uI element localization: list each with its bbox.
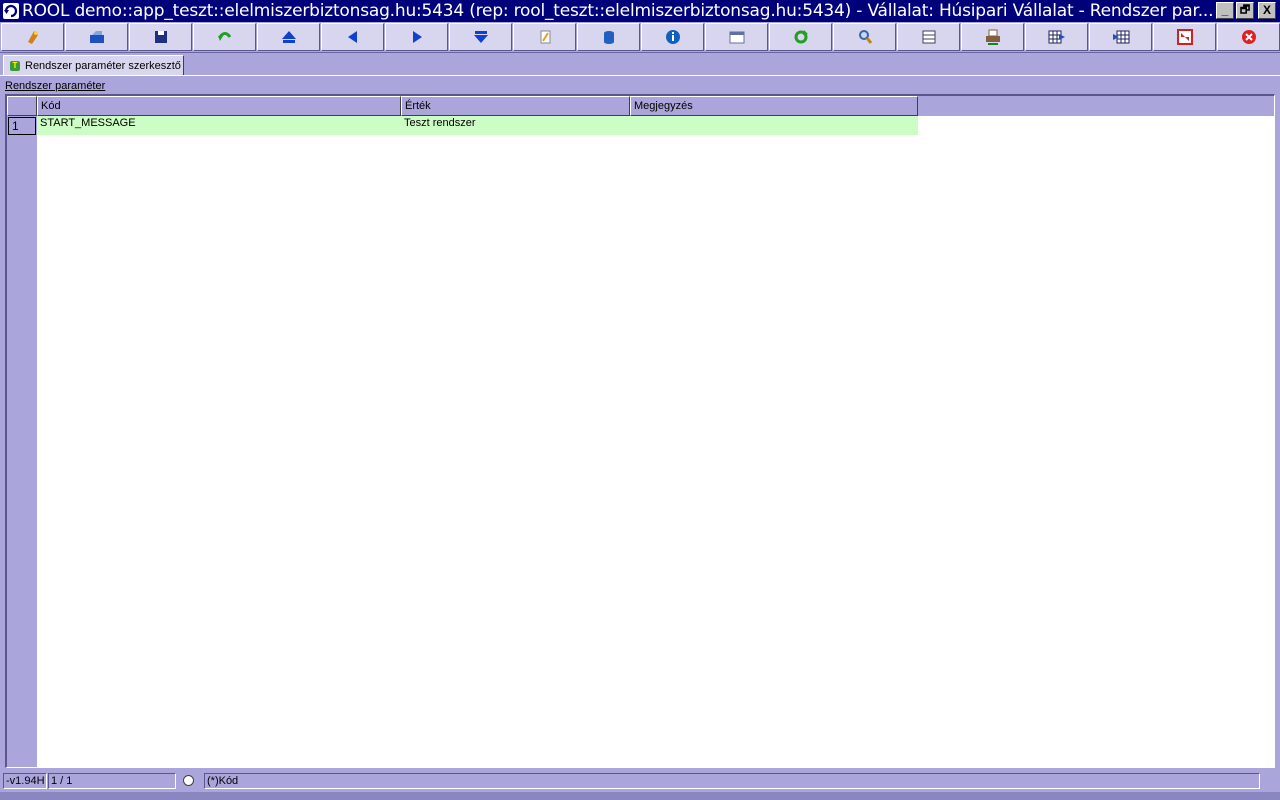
print-button[interactable] (961, 23, 1024, 51)
table-row[interactable]: START_MESSAGE Teszt rendszer (37, 116, 918, 135)
grid-export-button[interactable] (1025, 23, 1088, 51)
layout-icon (729, 31, 744, 44)
first-icon (281, 31, 296, 43)
last-button[interactable] (449, 23, 512, 51)
section-label: Rendszer paraméter (5, 80, 106, 92)
record-position: 1 / 1 (48, 773, 176, 789)
data-grid[interactable]: Kód Érték Megjegyzés 1 START_MESSAGE Tes… (5, 94, 1275, 768)
undo-button[interactable] (193, 23, 256, 51)
refresh-button[interactable] (769, 23, 832, 51)
sort-order-label: (*)Kód (204, 773, 1260, 789)
columns-button[interactable] (897, 23, 960, 51)
version-label: -v1.94H (3, 773, 47, 789)
filter-radio[interactable] (183, 775, 194, 786)
new-button[interactable] (1, 23, 64, 51)
cell-megjegyzes[interactable] (630, 116, 918, 135)
column-header-megjegyzes[interactable]: Megjegyzés (630, 96, 918, 116)
grid-import-button[interactable] (1089, 23, 1152, 51)
edit-icon (540, 30, 550, 44)
edit-button[interactable] (513, 23, 576, 51)
columns-icon (922, 30, 935, 44)
info-button[interactable] (641, 23, 704, 51)
first-button[interactable] (257, 23, 320, 51)
bottom-border (0, 792, 1280, 800)
exit-button[interactable] (1217, 23, 1280, 51)
info-icon (665, 30, 680, 44)
save-icon (154, 31, 167, 43)
next-icon (412, 31, 422, 43)
tab-label: Rendszer paraméter szerkesztő (25, 60, 181, 72)
save-button[interactable] (129, 23, 192, 51)
column-header-kod[interactable]: Kód (37, 96, 401, 116)
exit-icon (1241, 30, 1256, 44)
next-button[interactable] (385, 23, 448, 51)
row-header-column (7, 96, 37, 767)
fullscreen-button[interactable] (1153, 23, 1216, 51)
app-icon (3, 3, 19, 19)
search-icon (858, 30, 872, 44)
prev-button[interactable] (321, 23, 384, 51)
open-icon (89, 31, 104, 43)
column-header-ertek[interactable]: Érték (401, 96, 630, 116)
database-button[interactable] (577, 23, 640, 51)
undo-icon (217, 32, 231, 41)
last-icon (473, 31, 488, 43)
grid-import-icon (1112, 30, 1129, 44)
prev-icon (347, 31, 357, 43)
cell-ertek[interactable]: Teszt rendszer (401, 116, 630, 135)
corner-header (7, 96, 37, 116)
tab-rendszer-parameter[interactable]: T Rendszer paraméter szerkesztő (3, 55, 184, 76)
grid-header: Kód Érték Megjegyzés (7, 96, 1274, 116)
cell-kod[interactable]: START_MESSAGE (37, 116, 401, 135)
search-button[interactable] (833, 23, 896, 51)
open-button[interactable] (65, 23, 128, 51)
title-bar: ROOL demo::app_teszt::elelmiszerbiztonsa… (0, 0, 1280, 22)
refresh-icon (794, 30, 808, 44)
row-number[interactable]: 1 (8, 117, 36, 135)
toolbar (0, 22, 1280, 53)
grid-export-icon (1048, 30, 1065, 44)
layout-button[interactable] (705, 23, 768, 51)
window-title: ROOL demo::app_teszt::elelmiszerbiztonsa… (22, 1, 1214, 21)
restore-button[interactable]: 🗗 (1236, 2, 1254, 19)
fullscreen-icon (1176, 29, 1193, 45)
print-icon (985, 29, 1000, 45)
table-icon: T (10, 61, 20, 71)
database-icon (603, 31, 614, 44)
tab-divider (0, 75, 1280, 76)
close-button[interactable]: X (1258, 2, 1276, 19)
minimize-button[interactable]: _ (1216, 2, 1234, 19)
new-icon (27, 31, 38, 44)
